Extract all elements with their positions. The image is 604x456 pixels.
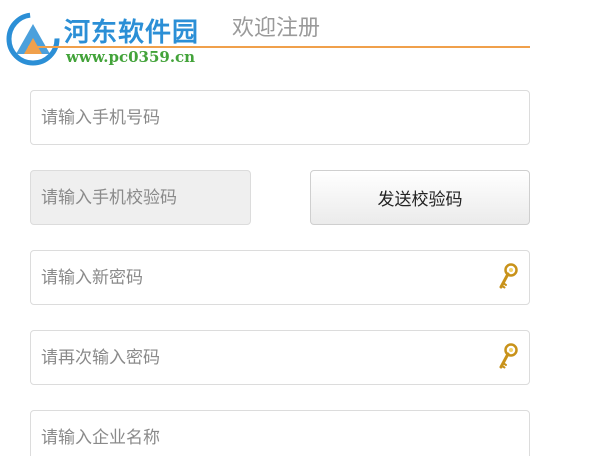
key-icon [499, 263, 518, 289]
watermark-name: 河东软件园 [64, 18, 200, 48]
send-code-button[interactable]: 发送校验码 [310, 170, 530, 225]
watermark-logo: 河东软件园 www.pc0359.cn [0, 0, 240, 72]
page-title: 欢迎注册 [232, 16, 321, 41]
company-field [30, 410, 530, 456]
watermark-url: www.pc0359.cn [66, 48, 196, 66]
title-divider [28, 46, 530, 48]
key-icon [499, 343, 518, 369]
verification-code-input[interactable] [31, 171, 250, 224]
phone-field [30, 90, 530, 145]
phone-input[interactable] [31, 91, 529, 144]
new-password-input[interactable] [31, 251, 529, 304]
new-password-field [30, 250, 530, 305]
code-field [30, 170, 251, 225]
company-name-input[interactable] [31, 411, 529, 456]
confirm-password-field [30, 330, 530, 385]
register-page: 河东软件园 www.pc0359.cn 欢迎注册 发送校验码 [0, 0, 604, 456]
confirm-password-input[interactable] [31, 331, 529, 384]
watermark-emblem-icon [6, 12, 60, 66]
